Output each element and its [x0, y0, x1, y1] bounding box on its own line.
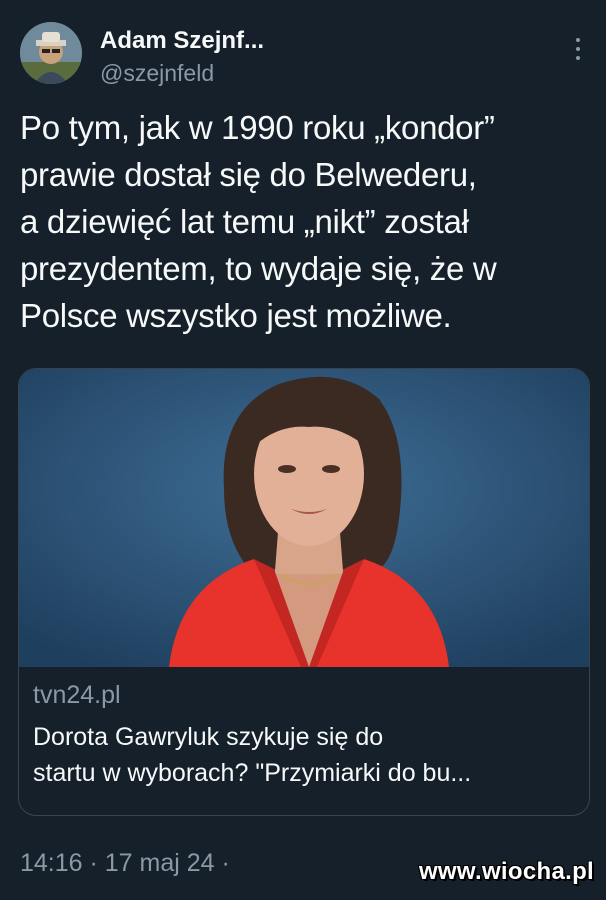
- more-vertical-icon[interactable]: [574, 38, 582, 64]
- link-card-title[interactable]: Dorota Gawryluk szykuje się do startu w …: [33, 719, 578, 791]
- link-card[interactable]: tvn24.pl Dorota Gawryluk szykuje się do …: [18, 368, 590, 816]
- author-names: Adam Szejnf... @szejnfeld: [100, 26, 264, 88]
- tweet-timestamp[interactable]: 14:16 · 17 maj 24 ·: [20, 845, 230, 881]
- author-handle[interactable]: @szejnfeld: [100, 58, 264, 88]
- tweet-header: Adam Szejnf... @szejnfeld: [20, 22, 590, 92]
- avatar[interactable]: [20, 22, 82, 84]
- link-card-image[interactable]: [19, 369, 589, 667]
- link-card-domain: tvn24.pl: [33, 681, 121, 709]
- author-display-name[interactable]: Adam Szejnf...: [100, 26, 264, 56]
- tweet-text: Po tym, jak w 1990 roku „kondor” prawie …: [20, 109, 497, 334]
- link-card-text: tvn24.pl Dorota Gawryluk szykuje się do …: [33, 679, 578, 791]
- site-watermark: www.wiocha.pl: [418, 858, 594, 885]
